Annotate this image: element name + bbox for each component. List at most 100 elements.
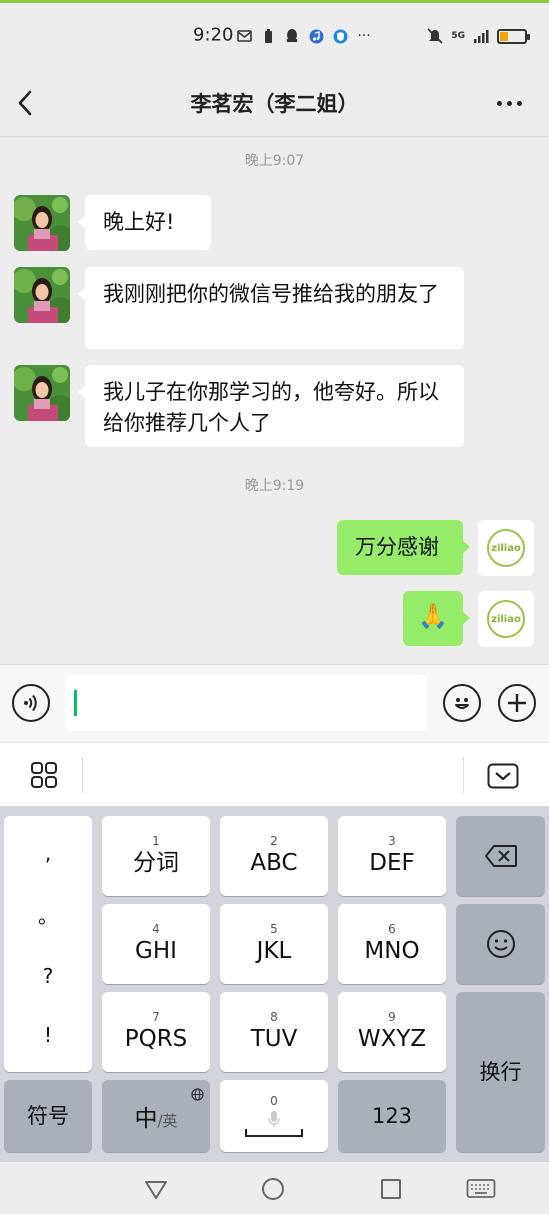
key-label: ABC: [250, 850, 298, 876]
key-5[interactable]: 5 JKL: [220, 904, 328, 984]
key-label: 分词: [133, 850, 179, 876]
status-system-icons: 5G: [427, 28, 530, 44]
plus-button[interactable]: [498, 684, 536, 722]
chevron-left-icon: [18, 90, 32, 116]
language-switch-key[interactable]: 中 /英: [102, 1080, 210, 1152]
t9-keyboard: , 。 ? ! 1 分词 2 ABC 3 DEF 4 GHI 5 JKL 6 M…: [0, 806, 549, 1162]
mic-icon: [268, 1111, 280, 1127]
more-notifications-icon: ···: [357, 28, 371, 44]
key-8[interactable]: 8 TUV: [220, 992, 328, 1072]
numbers-key[interactable]: 123: [338, 1080, 446, 1152]
timestamp: 晚上9:07: [244, 153, 305, 169]
contact-avatar[interactable]: [14, 195, 70, 251]
punct-key[interactable]: 。: [38, 900, 58, 929]
key-3[interactable]: 3 DEF: [338, 816, 446, 896]
message-bubble[interactable]: 我刚刚把你的微信号推给我的朋友了: [78, 267, 464, 349]
shield-app-icon: [332, 28, 348, 44]
nav-recents-icon[interactable]: [379, 1177, 403, 1201]
emoji-button[interactable]: [443, 684, 481, 722]
symbols-label: 符号: [27, 1104, 69, 1128]
avatar-logo: ziliao: [487, 529, 525, 567]
system-nav-bar: [0, 1162, 549, 1214]
emoji-icon: [455, 698, 469, 709]
message-text: 晚上好!: [103, 210, 175, 234]
numbers-label: 123: [371, 1104, 413, 1128]
mute-icon: [427, 28, 443, 44]
nav-back-icon[interactable]: [144, 1177, 168, 1201]
message-bubble[interactable]: 我儿子在你那学习的，他夸好。所以给你推荐几个人了: [78, 365, 464, 447]
praying-hands-emoji: 🙏: [418, 602, 448, 630]
key-label: MNO: [364, 938, 420, 964]
battery-icon: [497, 28, 530, 44]
globe-icon: [191, 1086, 204, 1105]
chat-title: 李茗宏（李二姐）: [190, 92, 359, 116]
key-number: 3: [388, 834, 396, 848]
key-9[interactable]: 9 WXYZ: [338, 992, 446, 1072]
keyboard-toolbar: [0, 742, 549, 806]
toolbar-divider: [82, 757, 83, 793]
message-bubble[interactable]: 🙏: [403, 591, 470, 646]
status-time: 9:20: [193, 24, 234, 46]
mail-icon: [236, 28, 252, 44]
input-bar: [0, 664, 549, 742]
message-input[interactable]: [65, 675, 427, 731]
message-text: 万分感谢: [355, 535, 439, 559]
space-bar-icon: [245, 1129, 303, 1137]
network-label: 5G: [451, 31, 465, 41]
key-label: JKL: [256, 938, 292, 964]
backspace-icon: [484, 845, 517, 867]
status-notification-icons: ···: [236, 28, 372, 44]
timestamp: 晚上9:19: [244, 478, 305, 494]
message-bubble[interactable]: 万分感谢: [337, 520, 470, 575]
symbols-key[interactable]: 符号: [4, 1080, 92, 1152]
qq-icon: [284, 28, 300, 44]
nav-home-icon[interactable]: [261, 1177, 285, 1201]
collapse-keyboard-icon[interactable]: [487, 763, 519, 789]
signal-icon: [473, 28, 489, 44]
key-number: 4: [152, 922, 160, 936]
key-1[interactable]: 1 分词: [102, 816, 210, 896]
key-number: 5: [270, 922, 278, 936]
message-bubble[interactable]: 晚上好!: [78, 195, 211, 250]
key-2[interactable]: 2 ABC: [220, 816, 328, 896]
key-label: GHI: [135, 938, 177, 964]
punct-key[interactable]: ,: [45, 841, 51, 865]
key-label: PQRS: [124, 1026, 188, 1052]
key-number: 9: [388, 1010, 396, 1024]
key-4[interactable]: 4 GHI: [102, 904, 210, 984]
key-label: WXYZ: [357, 1026, 427, 1052]
self-avatar[interactable]: ziliao: [478, 520, 534, 576]
contact-avatar[interactable]: [14, 267, 70, 323]
enter-key[interactable]: 换行: [456, 992, 545, 1152]
music-icon: [308, 28, 324, 44]
lang-main-label: 中: [134, 1106, 158, 1132]
emoji-key-icon: [486, 930, 515, 958]
voice-button[interactable]: [12, 684, 50, 722]
nav-keyboard-icon[interactable]: [466, 1177, 496, 1201]
voice-icon: [24, 694, 37, 712]
punct-key[interactable]: !: [44, 1023, 52, 1047]
message-text: 我刚刚把你的微信号推给我的朋友了: [103, 282, 439, 306]
back-button[interactable]: [12, 86, 42, 120]
key-number: 7: [152, 1010, 160, 1024]
key-number: 1: [152, 834, 160, 848]
backspace-key[interactable]: [456, 816, 545, 896]
space-key[interactable]: 0: [220, 1080, 328, 1152]
enter-label: 换行: [479, 1060, 522, 1084]
key-number: 8: [270, 1010, 278, 1024]
key-7[interactable]: 7 PQRS: [102, 992, 210, 1072]
status-bar: 9:20 ··· 5G: [0, 3, 549, 55]
message-text: 我儿子在你那学习的，他夸好。所以给你推荐几个人了: [103, 380, 439, 435]
key-label: TUV: [250, 1026, 298, 1052]
battery-saver-icon: [260, 28, 276, 44]
more-icon[interactable]: [489, 88, 529, 118]
key-number: 0: [270, 1094, 278, 1108]
contact-avatar[interactable]: [14, 365, 70, 421]
self-avatar[interactable]: ziliao: [478, 591, 534, 647]
key-label: DEF: [369, 850, 415, 876]
punct-key[interactable]: ?: [43, 964, 54, 988]
grid-icon[interactable]: [30, 761, 58, 789]
punctuation-column[interactable]: , 。 ? !: [4, 816, 92, 1072]
key-6[interactable]: 6 MNO: [338, 904, 446, 984]
emoji-key[interactable]: [456, 904, 545, 984]
